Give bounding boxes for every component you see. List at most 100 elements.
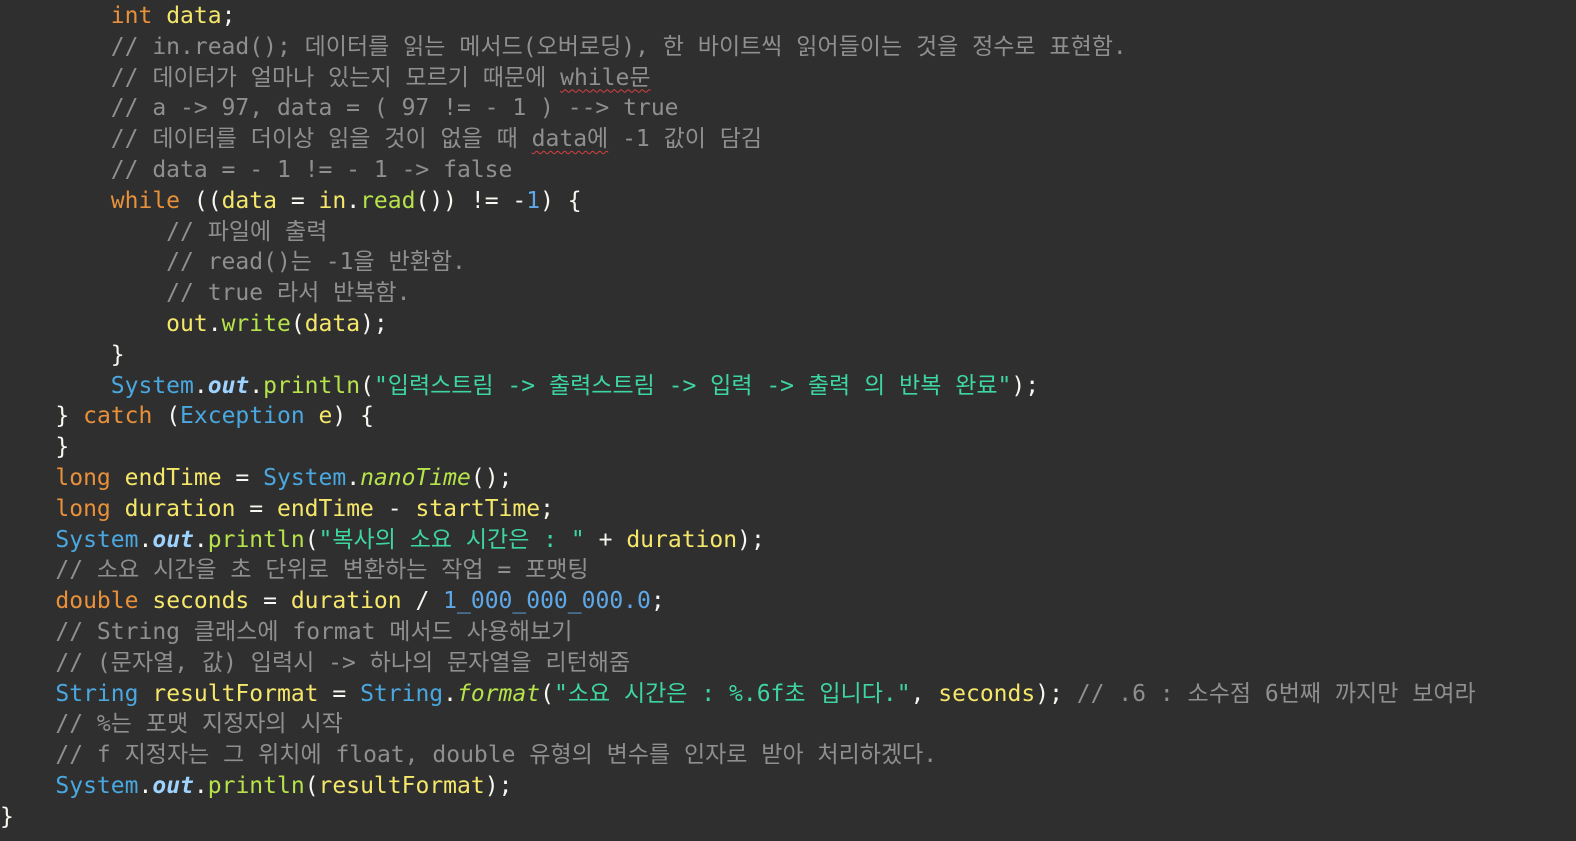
code-number: 1_000_000_000.0 [443, 588, 651, 615]
code-line[interactable]: int data; [0, 1, 1576, 32]
code-comment: // String 클래스에 format 메서드 사용해보기 [55, 618, 573, 645]
code-punctuation: } [110, 341, 125, 368]
code-punctuation: } [55, 434, 70, 461]
code-line[interactable]: double seconds = duration / 1_000_000_00… [0, 586, 1576, 617]
code-punctuation: } [0, 803, 14, 830]
code-line[interactable]: } [0, 432, 1576, 463]
code-field: out [152, 772, 194, 799]
code-type: System [110, 372, 194, 399]
code-identifier: endTime [124, 464, 222, 491]
code-punctuation: ); [360, 310, 388, 337]
code-comment: // a -> 97, data = ( 97 != - 1 ) --> tru… [110, 95, 679, 122]
code-line[interactable]: long duration = endTime - startTime; [0, 494, 1576, 525]
code-line[interactable]: // 데이터가 얼마나 있는지 모르기 때문에 while문 [0, 63, 1576, 94]
code-keyword: catch [83, 403, 153, 430]
code-identifier: startTime [415, 495, 541, 522]
code-static-method: nanoTime [360, 464, 471, 491]
code-line[interactable]: System.out.println("입력스트림 -> 출력스트림 -> 입력… [0, 371, 1576, 402]
code-identifier: duration [124, 495, 236, 522]
code-line[interactable]: out.write(data); [0, 309, 1576, 340]
code-line[interactable]: // 데이터를 더이상 읽을 것이 없을 때 data에 -1 값이 담김 [0, 124, 1576, 155]
code-punctuation: ); [1035, 680, 1077, 707]
code-string: "소요 시간은 : %.6f초 입니다." [553, 680, 911, 707]
code-identifier: duration [290, 588, 402, 615]
code-line[interactable]: // (문자열, 값) 입력시 -> 하나의 문자열을 리턴해줌 [0, 648, 1576, 679]
code-line[interactable]: // true 라서 반복함. [0, 278, 1576, 309]
code-line[interactable]: // 파일에 출력 [0, 217, 1576, 248]
code-identifier: resultFormat [152, 680, 319, 707]
code-line[interactable]: // String 클래스에 format 메서드 사용해보기 [0, 617, 1576, 648]
code-identifier: data [304, 310, 361, 337]
code-line[interactable]: // a -> 97, data = ( 97 != - 1 ) --> tru… [0, 93, 1576, 124]
code-punctuation: ( [304, 772, 319, 799]
code-editor[interactable]: int data; // in.read(); 데이터를 읽는 메서드(오버로딩… [0, 0, 1576, 841]
code-punctuation [111, 496, 125, 522]
code-type: String [55, 680, 139, 707]
code-type: System [263, 464, 347, 491]
code-identifier: seconds [938, 680, 1036, 707]
code-comment: // data = - 1 != - 1 -> false [110, 156, 513, 183]
code-line[interactable]: // 소요 시간을 초 단위로 변환하는 작업 = 포맷팅 [0, 555, 1576, 586]
code-static-method: format [457, 680, 541, 707]
code-punctuation: . [193, 772, 208, 799]
code-line[interactable]: // data = - 1 != - 1 -> false [0, 155, 1576, 186]
code-comment: // read()는 -1을 반환함. [166, 249, 466, 276]
code-line[interactable]: while ((data = in.read()) != -1) { [0, 186, 1576, 217]
code-method: write [221, 310, 291, 337]
code-string: "입력스트림 -> 출력스트림 -> 입력 -> 출력 의 반복 완료" [373, 372, 1012, 399]
code-line[interactable]: // in.read(); 데이터를 읽는 메서드(오버로딩), 한 바이트씩 … [0, 32, 1576, 63]
code-line[interactable]: } [0, 802, 1576, 833]
code-line[interactable]: System.out.println("복사의 소요 시간은 : " + dur… [0, 525, 1576, 556]
code-punctuation: . [346, 187, 361, 214]
code-string: "복사의 소요 시간은 : " [318, 526, 585, 553]
code-comment: // 파일에 출력 [166, 218, 328, 245]
code-line[interactable]: // %는 포맷 지정자의 시작 [0, 709, 1576, 740]
code-keyword: double [55, 588, 139, 615]
spellcheck-flagged-word: while문 [560, 64, 651, 91]
code-punctuation [305, 403, 319, 429]
code-line[interactable]: } [0, 340, 1576, 371]
code-punctuation: ; [221, 3, 236, 29]
code-line[interactable]: String resultFormat = String.format("소요 … [0, 679, 1576, 710]
code-punctuation [111, 465, 125, 491]
code-punctuation: . [138, 772, 153, 799]
code-method: read [360, 187, 416, 214]
code-number: 1 [526, 187, 541, 214]
code-identifier: in [318, 187, 347, 214]
code-line[interactable]: } catch (Exception e) { [0, 401, 1576, 432]
code-comment: // .6 : 소수점 6번째 까지만 보여라 [1076, 680, 1476, 707]
code-punctuation: / [401, 588, 444, 615]
code-punctuation: . [138, 526, 153, 553]
code-punctuation: ) { [332, 403, 374, 430]
code-identifier: endTime [276, 495, 374, 522]
code-line[interactable]: long endTime = System.nanoTime(); [0, 463, 1576, 494]
code-line[interactable]: // read()는 -1을 반환함. [0, 247, 1576, 278]
code-punctuation: . [249, 372, 264, 399]
code-line[interactable]: // f 지정자는 그 위치에 float, double 유형의 변수를 인자… [0, 740, 1576, 771]
code-keyword: while [110, 187, 181, 214]
code-field: out [207, 372, 250, 399]
code-keyword: long [55, 464, 111, 491]
code-keyword: int [110, 3, 153, 29]
code-punctuation: + [584, 526, 627, 553]
code-punctuation: ( [540, 680, 554, 707]
code-punctuation [152, 3, 166, 29]
code-method: println [207, 526, 305, 553]
code-method: println [263, 372, 361, 399]
code-punctuation: ; [650, 588, 665, 615]
code-line[interactable]: System.out.println(resultFormat); [0, 771, 1576, 802]
